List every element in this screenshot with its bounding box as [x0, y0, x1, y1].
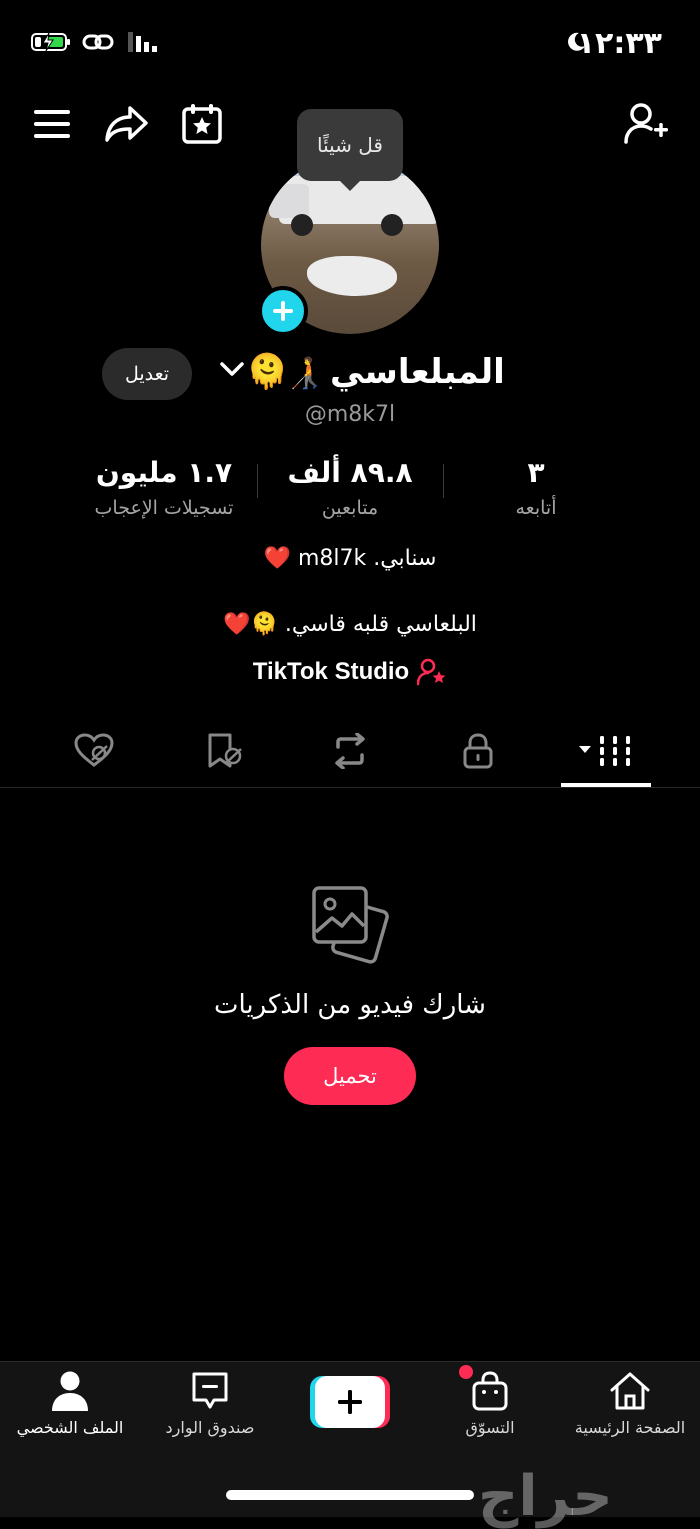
link-icon: [82, 34, 114, 50]
notification-dot: [459, 1365, 473, 1379]
followers-label: متابعين: [321, 497, 379, 519]
shopping-bag-icon: [472, 1371, 508, 1411]
melting-face-emoji: 🫠: [246, 352, 289, 392]
bio-line-2: البلعاسي قلبه قاسي. 🫠❤️: [223, 612, 477, 637]
bio-line-1: سنابي. m8l7k ❤️: [263, 546, 437, 571]
edit-profile-button[interactable]: تعديل: [102, 348, 192, 400]
tab-favorites[interactable]: [194, 726, 254, 776]
nav-inbox-label: صندوق الوارد: [165, 1418, 255, 1437]
nav-shop[interactable]: التسوّق: [420, 1370, 560, 1437]
tooltip-text: قل شيئًا: [317, 133, 383, 157]
followers-stat[interactable]: ٨٩.٨ ألف متابعين: [250, 456, 450, 519]
add-avatar-button[interactable]: [258, 286, 308, 336]
tiktok-studio-link[interactable]: TikTok Studio: [0, 658, 700, 686]
likes-count: ١.٧ مليون: [95, 456, 233, 489]
add-friend-button[interactable]: [622, 100, 670, 148]
heart-hidden-icon: [74, 733, 114, 767]
display-name: المبلعاسي: [330, 352, 505, 392]
share-button[interactable]: [102, 100, 150, 148]
nav-inbox[interactable]: صندوق الوارد: [140, 1370, 280, 1437]
empty-state-title: شارك فيديو من الذكريات: [214, 990, 486, 1020]
followers-count: ٨٩.٨ ألف: [287, 456, 413, 489]
photo-stack-icon: [312, 886, 389, 964]
grid-dropdown-icon: [579, 736, 630, 766]
status-time: ١٢:٣٣: [576, 26, 662, 61]
menu-button[interactable]: [28, 100, 76, 148]
likes-stat[interactable]: ١.٧ مليون تسجيلات الإعجاب: [64, 456, 264, 519]
person-filled-icon: [52, 1371, 88, 1411]
nav-home[interactable]: الصفحة الرئيسية: [560, 1370, 700, 1437]
plus-icon: [273, 301, 293, 321]
say-something-tooltip[interactable]: قل شيئًا: [297, 109, 403, 191]
share-arrow-icon: [105, 106, 148, 142]
lock-icon: [463, 733, 493, 769]
status-indicators: [30, 30, 160, 54]
add-user-icon: [624, 103, 668, 144]
likes-label: تسجيلات الإعجاب: [94, 497, 234, 519]
nav-profile[interactable]: الملف الشخصي: [0, 1370, 140, 1437]
home-icon: [610, 1372, 650, 1410]
following-count: ٣: [527, 456, 545, 489]
tab-liked[interactable]: [64, 726, 124, 776]
active-tab-indicator: [561, 783, 651, 787]
calendar-star-icon: [182, 104, 222, 144]
studio-label: TikTok Studio: [252, 658, 410, 685]
walker-emoji: 🧑‍🦯: [286, 356, 324, 391]
create-button[interactable]: [310, 1376, 390, 1428]
home-indicator[interactable]: [226, 1490, 474, 1500]
following-stat[interactable]: ٣ أتابعه: [436, 456, 636, 519]
battery-charging-icon: [31, 32, 70, 52]
nav-shop-label: التسوّق: [465, 1418, 515, 1437]
plus-icon: [338, 1390, 362, 1414]
calendar-button[interactable]: [178, 100, 226, 148]
creator-star-icon: [417, 658, 446, 686]
nav-home-label: الصفحة الرئيسية: [574, 1418, 686, 1437]
tab-bar-border: [0, 787, 700, 788]
hamburger-icon: [34, 110, 70, 138]
chevron-down-icon[interactable]: [219, 360, 245, 378]
following-label: أتابعه: [515, 497, 557, 519]
bookmark-hidden-icon: [208, 733, 242, 768]
haraj-watermark: حراج: [478, 1464, 613, 1529]
tab-videos[interactable]: [572, 726, 640, 776]
username: @m8k7l: [304, 402, 396, 427]
repost-icon: [335, 733, 365, 769]
upload-button[interactable]: تحميل: [284, 1047, 416, 1105]
tab-private[interactable]: [448, 726, 508, 776]
inbox-icon: [192, 1372, 228, 1409]
signal-icon: [128, 32, 157, 52]
tab-reposts[interactable]: [320, 726, 380, 776]
nav-profile-label: الملف الشخصي: [16, 1418, 124, 1437]
